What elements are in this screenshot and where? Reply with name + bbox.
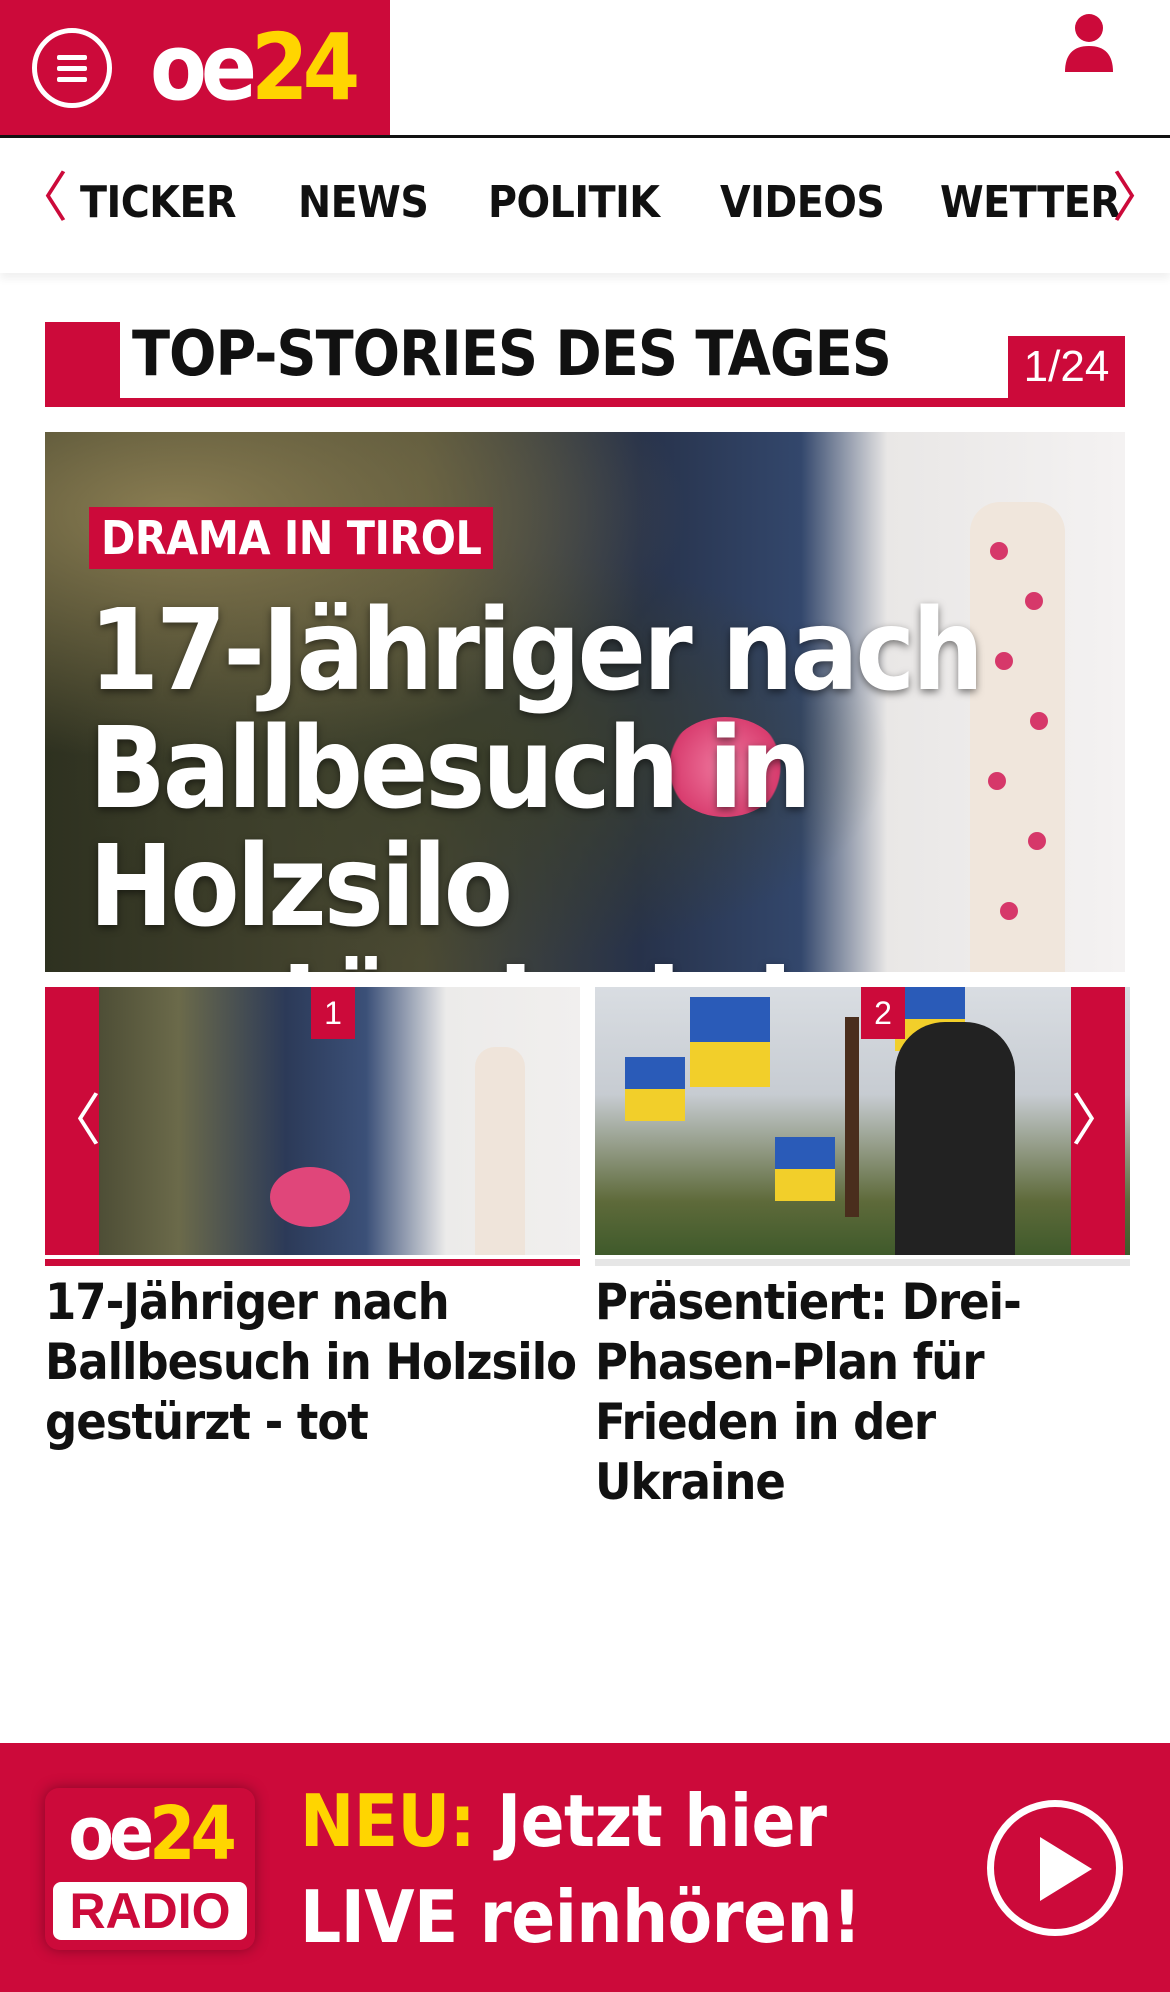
hero-story[interactable]: DRAMA IN TIROL 17-Jähriger nach Ballbesu… (45, 432, 1125, 972)
card-headline[interactable]: Präsentiert: Drei-Phasen-Plan für Friede… (595, 1272, 1135, 1512)
logo-block: oe24 (0, 0, 390, 135)
card-inactive-indicator (595, 1259, 1130, 1266)
site-header: oe24 (0, 0, 1170, 138)
section-title-accent (45, 322, 120, 407)
card-active-indicator (45, 1259, 580, 1266)
carousel-prev-chevron-left-icon[interactable]: 〈 (45, 987, 101, 1255)
radio-label: RADIO (53, 1882, 247, 1940)
radio-promo-text: NEU: Jetzt hier LIVE reinhören! (300, 1773, 900, 1965)
nav-item-news[interactable]: NEWS (298, 178, 429, 228)
oe24-logo[interactable]: oe24 (150, 22, 360, 114)
radio-line1: Jetzt hier (497, 1779, 827, 1863)
play-icon[interactable] (987, 1800, 1123, 1936)
menu-icon[interactable] (32, 28, 112, 108)
nav-item-politik[interactable]: POLITIK (488, 178, 660, 228)
card-index-badge: 1 (311, 987, 355, 1039)
nav-item-ticker[interactable]: TICKER (80, 178, 236, 228)
card-headline[interactable]: 17-Jähriger nach Ballbesuch in Holzsilo … (45, 1272, 585, 1452)
nav-prev-chevron-left-icon[interactable]: 〈 (14, 168, 68, 228)
nav-item-wetter[interactable]: WETTER (940, 178, 1121, 228)
hero-kicker: DRAMA IN TIROL (89, 507, 494, 569)
card-index-badge: 2 (861, 987, 905, 1039)
hero-headline[interactable]: 17-Jähriger nach Ballbesuch in Holzsilo … (89, 592, 989, 972)
nav-item-videos[interactable]: VIDEOS (720, 178, 885, 228)
nav-next-chevron-right-icon[interactable]: 〉 (1112, 168, 1166, 228)
radio-neu-label: NEU: (300, 1779, 475, 1863)
category-nav: 〈 TICKER NEWS POLITIK VIDEOS WETTER 〉 (0, 138, 1170, 273)
story-carousel: 〈 1 17-Jähriger nach Ballbesuch in Holzs… (45, 987, 1130, 1511)
radio-line2: LIVE reinhören! (300, 1875, 862, 1959)
section-title: TOP-STORIES DES TAGES (132, 317, 892, 390)
section-title-underline (45, 398, 1125, 407)
user-icon[interactable] (1062, 12, 1116, 72)
carousel-next-chevron-right-icon[interactable]: 〉 (1071, 987, 1127, 1255)
oe24-radio-logo: oe24 RADIO (45, 1788, 255, 1950)
radio-banner[interactable]: oe24 RADIO NEU: Jetzt hier LIVE reinhöre… (0, 1743, 1170, 1992)
story-counter: 1/24 (1008, 336, 1125, 398)
